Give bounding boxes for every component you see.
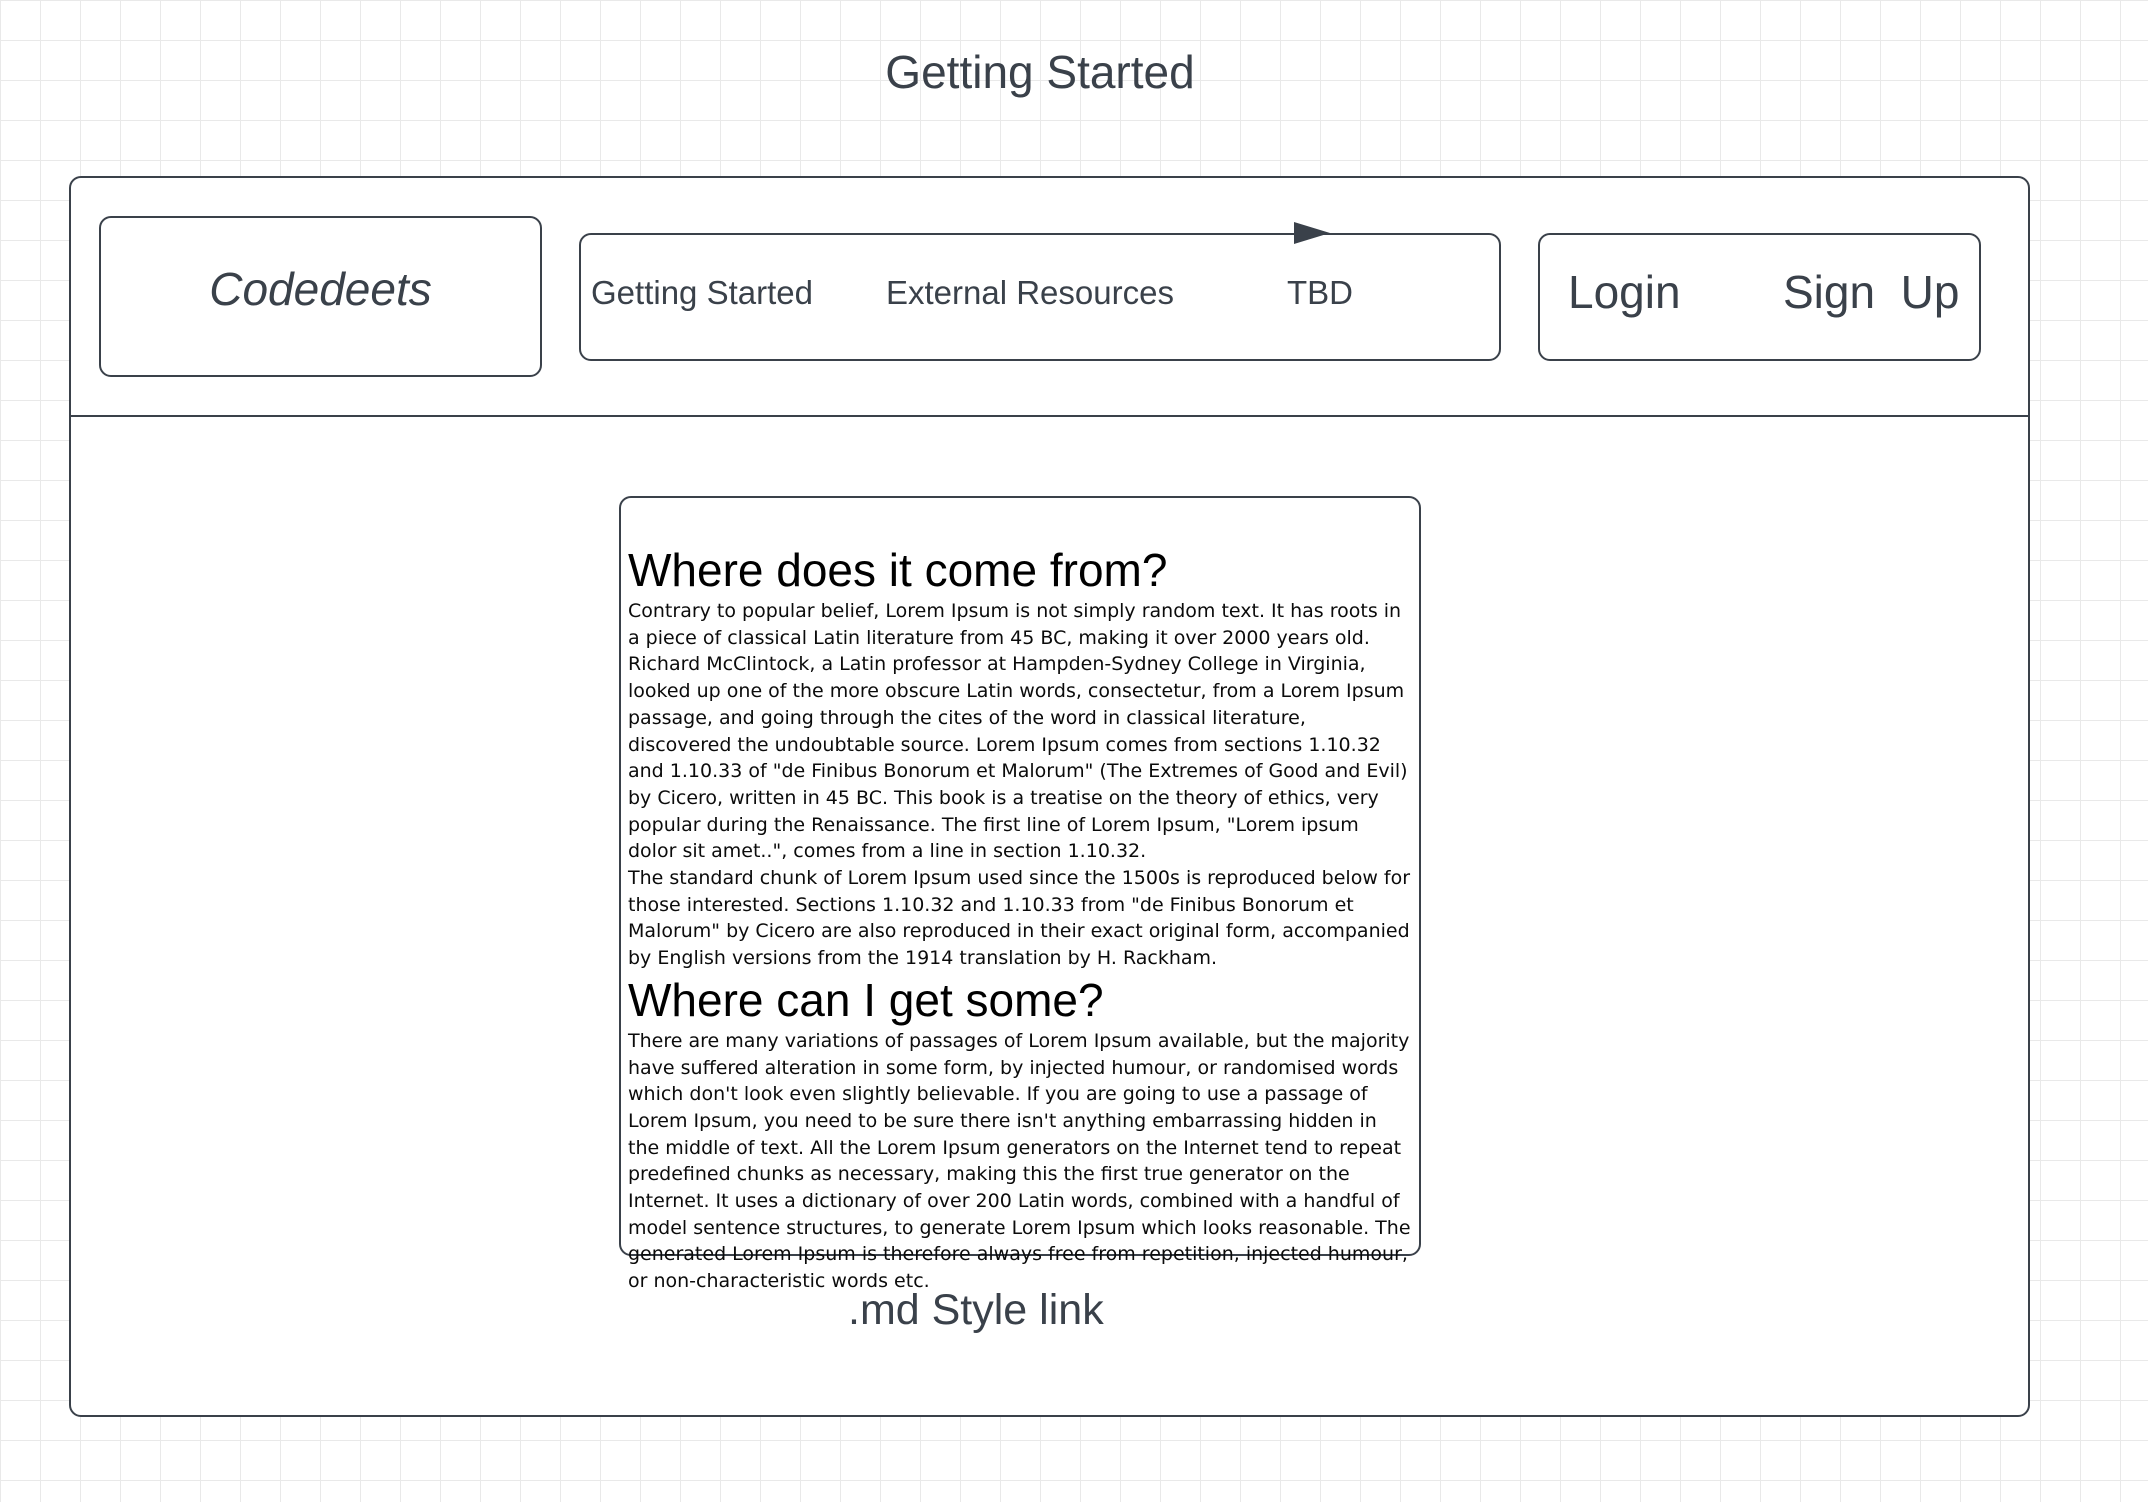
section-paragraph: There are many variations of passages of… [628, 1029, 1411, 1293]
signup-button[interactable]: Sign Up [1783, 265, 1959, 319]
logo[interactable]: Codedeets [99, 216, 542, 362]
page-title: Getting Started [885, 46, 1195, 98]
section-paragraph: Contrary to popular belief, Lorem Ipsum … [628, 600, 1408, 863]
arrow-right-icon [1294, 222, 1330, 244]
section-heading: Where does it come from? [628, 544, 1168, 596]
nav-item-getting-started[interactable]: Getting Started [591, 271, 813, 315]
section-heading: Where can I get some? [628, 973, 1104, 1026]
section-paragraph: The standard chunk of Lorem Ipsum used s… [628, 867, 1411, 970]
nav-item-external-resources[interactable]: External Resources [886, 271, 1174, 315]
header-divider [69, 415, 2030, 417]
login-button[interactable]: Login [1568, 265, 1681, 319]
md-style-link[interactable]: .md Style link [848, 1282, 1104, 1338]
content-text: Where does it come from? Contrary to pop… [628, 542, 1412, 1295]
nav-item-tbd[interactable]: TBD [1287, 271, 1353, 315]
